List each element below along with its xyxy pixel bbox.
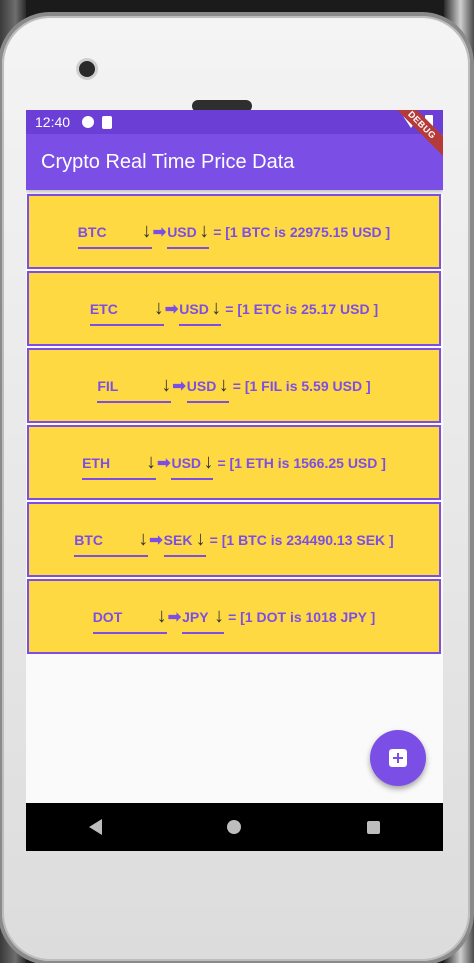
to-currency-dropdown[interactable]: USD ↓: [179, 297, 222, 326]
from-currency-value: BTC: [77, 223, 107, 240]
dropdown-arrow-icon: ↓: [146, 451, 157, 473]
front-camera: [79, 61, 95, 77]
app-screen: 12:40 DEBUG Crypto Real Time Price Data …: [26, 110, 443, 851]
to-currency-value: USD: [179, 300, 209, 317]
from-currency-dropdown[interactable]: ETC ↓: [89, 297, 164, 326]
from-currency-value: ETH: [82, 454, 111, 471]
conversion-row: FIL ↓ ➡ USD ↓ = [1 FIL is 5.59 USD ]: [27, 348, 441, 423]
right-arrow-icon: ➡: [149, 531, 163, 549]
back-triangle-icon[interactable]: [88, 819, 102, 835]
right-arrow-icon: ➡: [152, 223, 167, 241]
recent-square-icon[interactable]: [367, 820, 381, 834]
dropdown-arrow-icon: ↓: [141, 220, 152, 242]
conversion-list: BTC ↓ ➡ USD ↓ = [1 BTC is 22975.15 USD ]…: [26, 190, 443, 654]
conversion-row: ETC ↓ ➡ USD ↓ = [1 ETC is 25.17 USD ]: [27, 271, 441, 346]
to-currency-value: SEK: [163, 531, 193, 548]
dropdown-arrow-icon: ↓: [161, 374, 172, 396]
conversion-row: DOT ↓ ➡ JPY ↓ = [1 DOT is 1018 JPY ]: [27, 579, 441, 654]
to-currency-dropdown[interactable]: USD ↓: [167, 220, 210, 249]
add-box-icon: [389, 749, 407, 767]
dropdown-arrow-icon: ↓: [218, 374, 229, 396]
to-currency-value: USD: [171, 454, 202, 471]
conversion-result: = [1 DOT is 1018 JPY ]: [228, 608, 376, 625]
right-arrow-icon: ➡: [164, 300, 179, 318]
to-currency-dropdown[interactable]: SEK ↓: [163, 528, 206, 557]
from-currency-value: ETC: [89, 300, 118, 317]
status-time: 12:40: [35, 114, 71, 130]
from-currency-dropdown[interactable]: ETH ↓: [82, 451, 157, 480]
dropdown-arrow-icon: ↓: [214, 605, 225, 627]
right-arrow-icon: ➡: [167, 608, 182, 626]
app-title: Crypto Real Time Price Data: [41, 150, 295, 173]
from-currency-dropdown[interactable]: FIL ↓: [97, 374, 172, 403]
conversion-result: = [1 ETC is 25.17 USD ]: [225, 300, 379, 317]
to-currency-dropdown[interactable]: USD ↓: [186, 374, 229, 403]
right-arrow-icon: ➡: [172, 377, 186, 395]
conversion-result: = [1 ETH is 1566.25 USD ]: [217, 454, 386, 471]
to-currency-value: USD: [186, 377, 217, 394]
dropdown-arrow-icon: ↓: [203, 451, 214, 473]
app-bar: Crypto Real Time Price Data: [26, 134, 443, 190]
dropdown-arrow-icon: ↓: [153, 297, 164, 319]
home-circle-icon[interactable]: [227, 820, 242, 834]
to-currency-dropdown[interactable]: USD ↓: [171, 451, 214, 480]
status-bar: 12:40 DEBUG: [26, 110, 443, 162]
conversion-result: = [1 BTC is 22975.15 USD ]: [213, 223, 391, 240]
to-currency-value: USD: [167, 223, 197, 240]
to-currency-dropdown[interactable]: JPY ↓: [182, 605, 225, 634]
notification-icon: [82, 116, 95, 128]
add-button[interactable]: [370, 730, 426, 786]
from-currency-value: DOT: [92, 608, 123, 625]
conversion-row: BTC ↓ ➡ SEK ↓ = [1 BTC is 234490.13 SEK …: [27, 502, 441, 577]
system-nav-bar: [26, 803, 443, 851]
from-currency-dropdown[interactable]: DOT ↓: [92, 605, 167, 634]
dropdown-arrow-icon: ↓: [195, 528, 206, 550]
right-arrow-icon: ➡: [157, 454, 171, 472]
conversion-result: = [1 FIL is 5.59 USD ]: [232, 377, 371, 394]
conversion-result: = [1 BTC is 234490.13 SEK ]: [209, 531, 394, 548]
dropdown-arrow-icon: ↓: [199, 220, 210, 242]
sd-card-icon: [102, 115, 113, 129]
from-currency-value: BTC: [74, 531, 104, 548]
to-currency-value: JPY: [182, 608, 209, 625]
conversion-row: BTC ↓ ➡ USD ↓ = [1 BTC is 22975.15 USD ]: [27, 194, 441, 269]
from-currency-dropdown[interactable]: BTC ↓: [74, 528, 149, 557]
from-currency-value: FIL: [97, 377, 119, 394]
dropdown-arrow-icon: ↓: [156, 605, 167, 627]
dropdown-arrow-icon: ↓: [138, 528, 149, 550]
dropdown-arrow-icon: ↓: [211, 297, 222, 319]
conversion-row: ETH ↓ ➡ USD ↓ = [1 ETH is 1566.25 USD ]: [27, 425, 441, 500]
from-currency-dropdown[interactable]: BTC ↓: [77, 220, 152, 249]
